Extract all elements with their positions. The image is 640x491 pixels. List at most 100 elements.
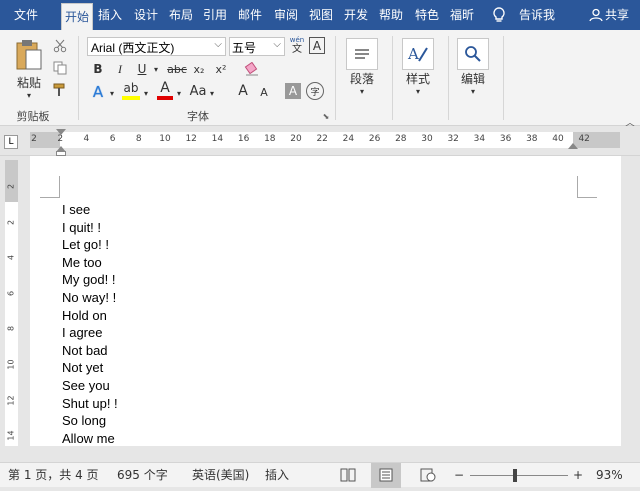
paragraph-icon[interactable] [346, 38, 378, 70]
collapse-ribbon-icon[interactable]: ︿ [624, 116, 636, 129]
grow-font-button[interactable]: A [234, 82, 252, 100]
user-icon[interactable] [588, 0, 604, 30]
highlight-button[interactable]: ab [120, 80, 142, 96]
copy-icon[interactable] [52, 60, 68, 76]
strikethrough-button[interactable]: abc [166, 60, 188, 78]
tab-insert[interactable]: 插入 [96, 0, 124, 30]
word-count[interactable]: 695 个字 [117, 463, 168, 488]
document-canvas-bottom [0, 446, 640, 462]
language-indicator[interactable]: 英语(美国) [192, 463, 249, 488]
styles-dropdown-icon[interactable]: ▾ [413, 86, 423, 96]
tab-review[interactable]: 审阅 [270, 0, 302, 30]
tab-foxit[interactable]: 福昕 [447, 0, 477, 30]
subscript-button[interactable]: x₂ [190, 60, 208, 78]
shrink-font-button[interactable]: A [256, 84, 272, 100]
document-line[interactable]: No way! ! [62, 289, 118, 307]
cut-icon[interactable] [52, 38, 68, 54]
paragraph-button[interactable]: 段落 [340, 70, 384, 86]
tab-layout[interactable]: 布局 [166, 0, 196, 30]
web-layout-icon[interactable] [420, 463, 440, 488]
vruler-tick-label: 10 [6, 359, 16, 370]
horizontal-ruler[interactable]: L 2 2 4 6 8 10 12 14 16 18 20 22 24 26 28 30 32 34 36 38 40 4… [0, 126, 640, 156]
tab-view[interactable]: 视图 [305, 0, 337, 30]
font-size-combobox[interactable]: 五号 ⌵ [229, 37, 285, 56]
read-mode-icon[interactable] [340, 463, 360, 488]
phonetic-guide-button[interactable]: wén 文 [287, 34, 307, 56]
font-color-button[interactable]: A [156, 80, 174, 96]
share-button[interactable]: 共享 [605, 0, 639, 30]
tab-references[interactable]: 引用 [200, 0, 230, 30]
right-indent-marker[interactable] [568, 143, 578, 149]
tab-home[interactable]: 开始 [61, 3, 93, 30]
vertical-scrollbar[interactable] [621, 156, 640, 446]
document-line[interactable]: I agree [62, 324, 118, 342]
editing-icon[interactable] [457, 38, 489, 70]
italic-button[interactable]: I [112, 60, 128, 78]
styles-button[interactable]: 样式 [396, 70, 440, 86]
zoom-out-button[interactable]: − [453, 463, 465, 488]
document-body[interactable]: I see I quit! ! Let go! ! Me too My god! ! No… [62, 201, 118, 446]
styles-icon[interactable]: A [402, 38, 434, 70]
document-line[interactable]: Not yet [62, 359, 118, 377]
document-line[interactable]: Shut up! ! [62, 395, 118, 413]
page-count[interactable]: 第 1 页，共 4 页 [8, 463, 99, 488]
document-page[interactable]: I see I quit! ! Let go! ! Me too My god! ! No… [30, 156, 621, 446]
ruler-tick-label: 42 [578, 134, 590, 144]
enclose-characters-button[interactable]: 字 [306, 82, 324, 100]
text-effects-button[interactable]: A [88, 82, 108, 102]
document-line[interactable]: Allow me [62, 430, 118, 446]
bold-button[interactable]: B [90, 60, 106, 78]
group-divider [392, 36, 393, 120]
zoom-slider-track[interactable] [470, 475, 568, 476]
document-line[interactable]: Let go! ! [62, 236, 118, 254]
document-line[interactable]: See you [62, 377, 118, 395]
format-painter-icon[interactable] [52, 82, 68, 98]
vertical-ruler[interactable]: 2 2 4 6 8 10 12 14 [0, 156, 22, 456]
superscript-button[interactable]: x² [212, 60, 230, 78]
character-border-button[interactable]: A [309, 37, 325, 54]
font-dialog-launcher-icon[interactable]: ⬊ [321, 111, 331, 121]
document-line[interactable]: Me too [62, 254, 118, 272]
tell-me-box[interactable]: 告诉我 [515, 0, 559, 30]
editing-button[interactable]: 编辑 [451, 70, 495, 86]
text-effects-dropdown-icon[interactable]: ▾ [108, 86, 116, 100]
character-shading-button[interactable]: A [285, 83, 301, 99]
underline-button[interactable]: U [134, 60, 150, 78]
highlight-dropdown-icon[interactable]: ▾ [142, 86, 150, 100]
document-line[interactable]: Hold on [62, 307, 118, 325]
chevron-down-icon[interactable]: ⌵ [273, 39, 281, 50]
tab-help[interactable]: 帮助 [375, 0, 407, 30]
zoom-slider-thumb[interactable] [513, 469, 517, 482]
document-line[interactable]: Not bad [62, 342, 118, 360]
tab-mailings[interactable]: 邮件 [234, 0, 266, 30]
tab-file[interactable]: 文件 [5, 0, 47, 30]
highlight-color-swatch [122, 96, 140, 100]
change-case-dropdown-icon[interactable]: ▾ [208, 86, 216, 100]
change-case-button[interactable]: Aa [187, 82, 209, 100]
font-color-swatch [157, 96, 173, 100]
zoom-in-button[interactable]: + [572, 463, 584, 488]
document-line[interactable]: So long [62, 412, 118, 430]
underline-dropdown-icon[interactable]: ▾ [151, 60, 161, 78]
clear-format-icon[interactable] [242, 60, 262, 78]
tab-design[interactable]: 设计 [131, 0, 161, 30]
paste-button[interactable]: 粘贴 [10, 74, 48, 90]
document-line[interactable]: I quit! ! [62, 219, 118, 237]
font-name-combobox[interactable]: Arial (西文正文) ⌵ [87, 37, 226, 56]
paste-icon[interactable] [10, 36, 48, 74]
editing-dropdown-icon[interactable]: ▾ [468, 86, 478, 96]
zoom-level[interactable]: 93% [596, 463, 623, 488]
print-layout-icon[interactable] [371, 463, 401, 488]
first-line-indent-marker[interactable] [56, 129, 66, 135]
lightbulb-icon[interactable] [487, 0, 511, 30]
insert-mode[interactable]: 插入 [265, 463, 289, 488]
tab-featured[interactable]: 特色 [412, 0, 442, 30]
tab-selector-icon[interactable]: L [4, 135, 18, 149]
paragraph-dropdown-icon[interactable]: ▾ [357, 86, 367, 96]
chevron-down-icon[interactable]: ⌵ [214, 39, 222, 50]
document-line[interactable]: My god! ! [62, 271, 118, 289]
font-color-dropdown-icon[interactable]: ▾ [175, 86, 183, 100]
paste-dropdown-icon[interactable]: ▾ [22, 90, 36, 100]
tab-developer[interactable]: 开发 [340, 0, 372, 30]
document-line[interactable]: I see [62, 201, 118, 219]
